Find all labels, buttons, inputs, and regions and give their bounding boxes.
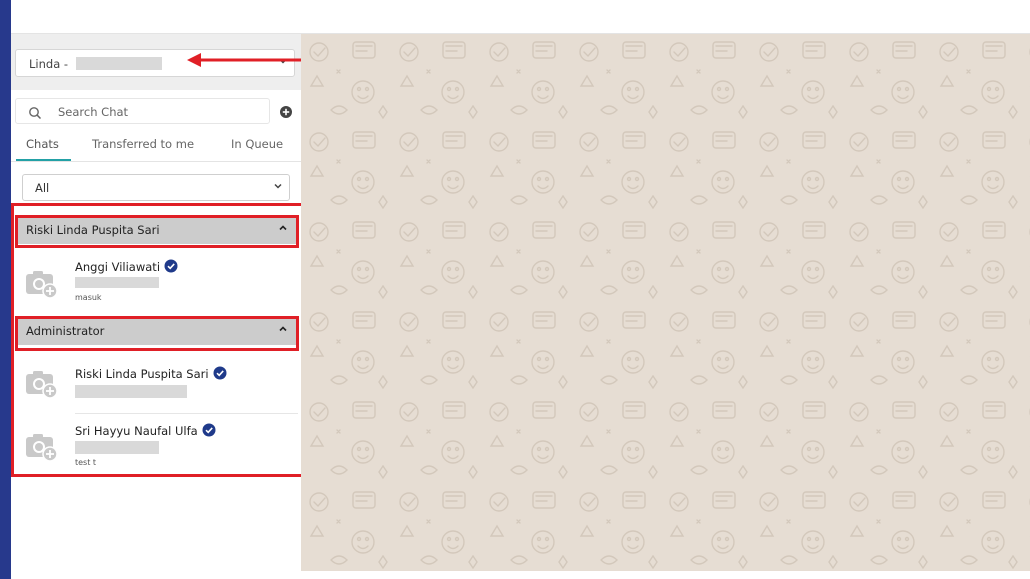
highlight-box-group-1 bbox=[15, 215, 299, 248]
search-icon bbox=[28, 105, 42, 120]
chevron-down-icon bbox=[273, 181, 283, 194]
highlight-box-group-2 bbox=[15, 316, 299, 351]
tab-transferred-to-me[interactable]: Transferred to me bbox=[92, 137, 194, 151]
search-box bbox=[15, 98, 270, 124]
app-root: Linda - Chats Transferred to me In Queue… bbox=[0, 0, 1030, 579]
redacted-block bbox=[76, 57, 162, 70]
plus-circle-icon[interactable] bbox=[279, 104, 293, 118]
chat-filter-select[interactable]: All bbox=[22, 174, 290, 201]
search-input[interactable] bbox=[58, 103, 258, 120]
doodle-pattern bbox=[301, 34, 1030, 571]
top-bar bbox=[11, 0, 1030, 34]
chat-filter-value: All bbox=[35, 181, 50, 195]
tab-chats[interactable]: Chats bbox=[26, 137, 59, 151]
chat-tabs: Chats Transferred to me In Queue bbox=[11, 132, 301, 162]
active-tab-indicator bbox=[16, 159, 71, 161]
chat-background bbox=[301, 34, 1030, 571]
tab-in-queue[interactable]: In Queue bbox=[231, 137, 283, 151]
agent-select-value: Linda - bbox=[29, 57, 69, 71]
app-side-strip bbox=[0, 0, 11, 579]
